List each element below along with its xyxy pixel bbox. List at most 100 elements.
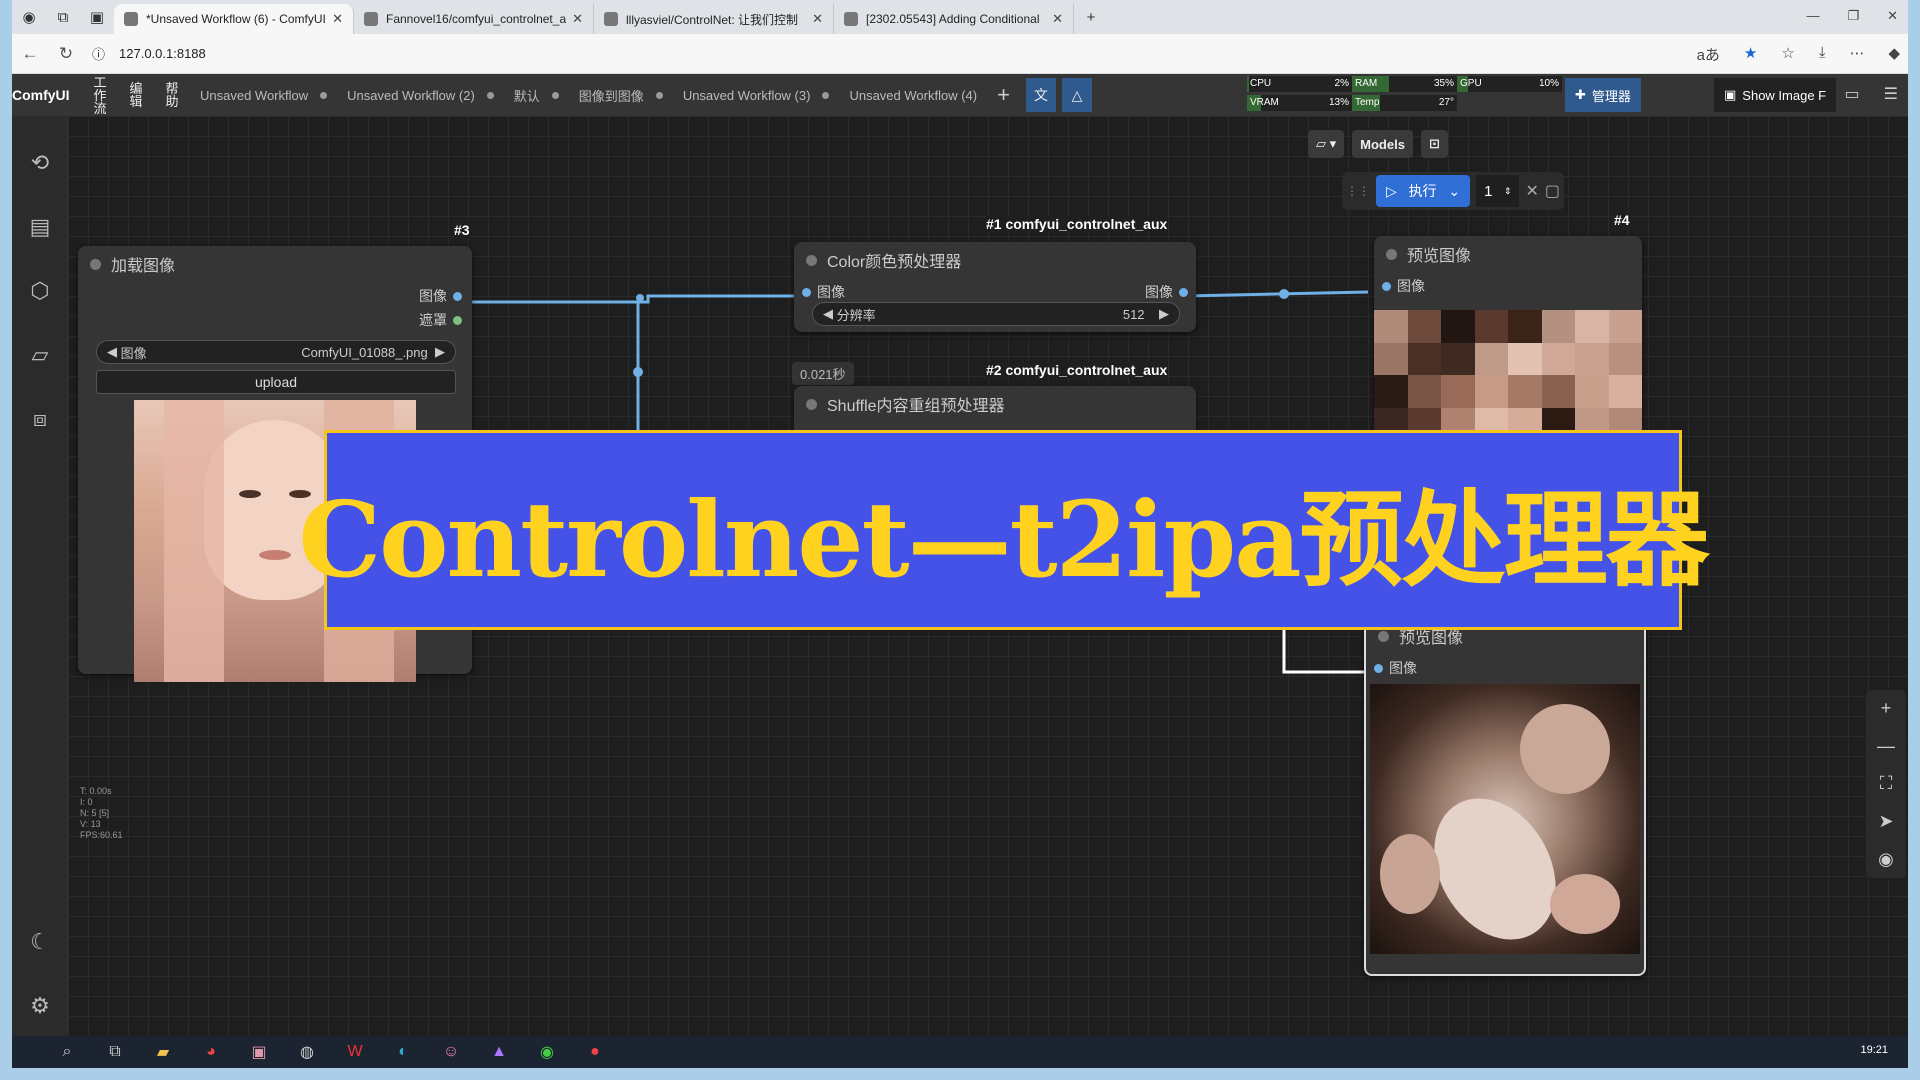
wps-icon[interactable]: W	[340, 1038, 370, 1066]
input-slot-image[interactable]: 图像	[802, 282, 845, 302]
link-midpoint[interactable]	[1279, 289, 1289, 299]
input-slot-image[interactable]: 图像	[1374, 658, 1417, 678]
close-tab-icon[interactable]: ✕	[332, 11, 343, 27]
link-midpoint[interactable]	[636, 294, 644, 302]
workflows-folder-icon[interactable]: ▱	[20, 335, 60, 375]
collapse-dot-icon[interactable]	[90, 258, 101, 270]
arrow-left-icon[interactable]: ◀	[107, 344, 117, 360]
restore-icon[interactable]: ❐	[1847, 8, 1859, 24]
hamburger-icon[interactable]: ☰	[1884, 84, 1898, 104]
crystools-icon[interactable]: △	[1061, 78, 1092, 112]
output-slot-image[interactable]: 图像	[1145, 282, 1188, 302]
more-icon[interactable]: ⋯	[1849, 44, 1864, 65]
browser-profile-icon[interactable]: ◉	[12, 0, 46, 34]
slot-dot-icon[interactable]	[1374, 663, 1383, 673]
task-view-icon[interactable]: ⧉	[100, 1038, 130, 1066]
link-midpoint[interactable]	[633, 367, 643, 377]
cancel-icon[interactable]: ✕	[1525, 181, 1538, 201]
pointer-mode-icon[interactable]: ➤	[1878, 811, 1893, 832]
favorite-star-icon[interactable]: ★	[1744, 44, 1757, 65]
show-image-feed-button[interactable]: ▣ Show Image F	[1714, 78, 1837, 112]
stepper-icon[interactable]: ⇕	[1504, 186, 1512, 197]
slot-dot-icon[interactable]	[1179, 287, 1188, 297]
close-tab-icon[interactable]: ✕	[812, 11, 823, 27]
browser-tab-github-aux[interactable]: Fannovel16/comfyui_controlnet_a ✕	[354, 4, 594, 34]
read-aloud-icon[interactable]: aあ	[1697, 44, 1720, 65]
menu-edit[interactable]: 编 辑	[118, 82, 154, 108]
edge-icon[interactable]: ◐	[388, 1038, 418, 1066]
copilot-icon[interactable]: ◆	[1888, 44, 1900, 65]
url-field[interactable]: ⓘ 127.0.0.1:8188	[92, 44, 206, 63]
close-window-icon[interactable]: ✕	[1887, 8, 1898, 24]
info-icon[interactable]: ⓘ	[92, 44, 105, 63]
panel-toggle-icon[interactable]: ▭	[1845, 84, 1860, 104]
queue-history-icon[interactable]: ⟲	[20, 143, 60, 183]
workflow-tab[interactable]: Unsaved Workflow (4)	[839, 74, 987, 116]
slot-dot-icon[interactable]	[453, 315, 462, 325]
browser-tab-comfyui[interactable]: *Unsaved Workflow (6) - ComfyUI ✕	[114, 4, 354, 34]
output-slot-mask[interactable]: 遮罩	[419, 310, 462, 330]
settings-gear-icon[interactable]: ⚙	[20, 986, 60, 1026]
panda-app-icon[interactable]: ◍	[292, 1038, 322, 1066]
models-button[interactable]: Models	[1352, 130, 1413, 158]
image-combo-widget[interactable]: ◀ 图像 ComfyUI_01088_.png ▶	[96, 340, 456, 364]
templates-icon[interactable]: ⧈	[20, 399, 60, 439]
reload-icon[interactable]: ↻	[48, 44, 84, 64]
workflow-tab[interactable]: Unsaved Workflow (3)	[673, 74, 840, 116]
slot-dot-icon[interactable]	[802, 287, 811, 297]
clear-queue-icon[interactable]: ▢	[1545, 181, 1560, 201]
workflow-tab[interactable]: 默认	[504, 74, 569, 116]
input-slot-image[interactable]: 图像	[1382, 276, 1425, 296]
file-explorer-icon[interactable]: ▰	[148, 1038, 178, 1066]
arrow-right-icon[interactable]: ▶	[435, 344, 445, 360]
drag-handle-icon[interactable]: ⋮⋮	[1346, 184, 1370, 198]
workspaces-icon[interactable]: ⧉	[46, 0, 80, 34]
slot-dot-icon[interactable]	[1382, 281, 1391, 291]
run-button[interactable]: ▷ 执行 ⌄	[1376, 175, 1471, 207]
chevron-down-icon[interactable]: ⌄	[1448, 183, 1460, 200]
comfyui-logo[interactable]: ComfyUI	[12, 87, 82, 103]
node-title-bar[interactable]: 加载图像	[78, 246, 472, 282]
batch-count-input[interactable]: 1 ⇕	[1476, 175, 1520, 207]
manager-button[interactable]: ✚ 管理器	[1565, 78, 1641, 112]
downloads-icon[interactable]: ⤓	[1819, 44, 1826, 65]
chrome-icon[interactable]: ◕	[196, 1038, 226, 1066]
fit-view-icon[interactable]: ⛶	[1880, 773, 1893, 794]
new-tab-icon[interactable]: +	[1074, 0, 1108, 34]
back-icon[interactable]: ←	[12, 44, 48, 64]
wechat-icon[interactable]: ◉	[532, 1038, 562, 1066]
search-icon[interactable]: ⌕	[52, 1038, 82, 1066]
workflow-tab[interactable]: Unsaved Workflow (2)	[337, 74, 504, 116]
browser-tab-github-controlnet[interactable]: lllyasviel/ControlNet: 让我们控制 ✕	[594, 4, 834, 34]
preview-image-node-1[interactable]: 预览图像 图像	[1374, 236, 1642, 436]
node-title-bar[interactable]: Color颜色预处理器	[794, 242, 1196, 278]
toggle-links-icon[interactable]: ◉	[1878, 849, 1894, 870]
avatar-app-icon[interactable]: ☺	[436, 1038, 466, 1066]
creative-app-icon[interactable]: ▲	[484, 1038, 514, 1066]
node-library-icon[interactable]: ▤	[20, 207, 60, 247]
save-icon[interactable]: ⊡	[1420, 130, 1448, 158]
menu-help[interactable]: 帮 助	[154, 82, 190, 108]
close-tab-icon[interactable]: ✕	[1052, 11, 1063, 27]
zoom-out-icon[interactable]: —	[1877, 736, 1895, 757]
theme-moon-icon[interactable]: ☾	[20, 922, 60, 962]
slot-dot-icon[interactable]	[453, 291, 462, 301]
zoom-in-icon[interactable]: +	[1881, 698, 1892, 719]
node-title-bar[interactable]: 预览图像	[1374, 236, 1642, 272]
upload-button[interactable]: upload	[96, 370, 456, 394]
favorites-icon[interactable]: ☆	[1781, 44, 1794, 65]
workflow-tab[interactable]: Unsaved Workflow	[190, 74, 337, 116]
arrow-right-icon[interactable]: ▶	[1159, 306, 1169, 322]
preview-image-node-2[interactable]: 预览图像 图像	[1364, 616, 1646, 976]
tab-actions-icon[interactable]: ▣	[80, 0, 114, 34]
collapse-dot-icon[interactable]	[1386, 248, 1397, 260]
output-slot-image[interactable]: 图像	[419, 286, 462, 306]
translate-icon[interactable]: 文	[1025, 78, 1056, 112]
arrow-left-icon[interactable]: ◀	[823, 306, 833, 322]
model-library-icon[interactable]: ⬡	[20, 271, 60, 311]
app-icon[interactable]: ▣	[244, 1038, 274, 1066]
collapse-dot-icon[interactable]	[806, 254, 817, 266]
folder-dropdown-icon[interactable]: ▱ ▾	[1308, 130, 1345, 158]
node-title-bar[interactable]: Shuffle内容重组预处理器	[794, 386, 1196, 422]
resolution-number-widget[interactable]: ◀ 分辨率 512 ▶	[812, 302, 1180, 326]
